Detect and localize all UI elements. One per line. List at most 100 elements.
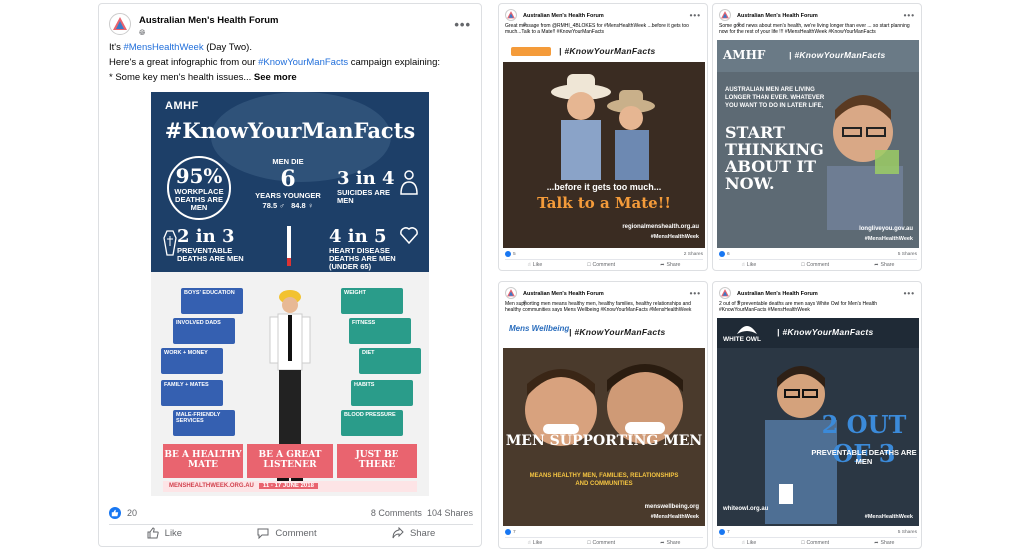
image-site: regionalmenshealth.org.au (622, 224, 699, 230)
share-button[interactable]: ➦ Share (874, 262, 894, 268)
comment-button[interactable]: □ Comment (801, 540, 829, 546)
action-bar: ☝︎ Like □ Comment ➦ Share (505, 540, 703, 546)
reaction-count[interactable]: 7 (727, 530, 730, 535)
page-name[interactable]: Australian Men's Health Forum (523, 291, 604, 297)
share-count[interactable]: 104 Shares (427, 508, 473, 518)
image-tag: #MensHealthWeek (650, 234, 699, 240)
image-site: whiteowl.org.au (723, 506, 769, 512)
more-options-icon[interactable]: ••• (690, 11, 701, 20)
reaction-count[interactable]: 6 (727, 252, 730, 257)
more-options-icon[interactable]: ••• (904, 11, 915, 20)
more-options-icon[interactable]: ••• (454, 17, 471, 32)
male-age: 78.5 (262, 201, 278, 210)
comment-button[interactable]: □ Comment (801, 262, 829, 268)
image-brand: Mens Wellbeing (509, 324, 570, 333)
see-more-link[interactable]: See more (254, 72, 297, 83)
comment-count[interactable]: 8 Comments (371, 508, 422, 518)
caption-line1: PREVENTABLE DEATHS ARE MEN (811, 448, 917, 466)
stat-workplace-text: WORKPLACE DEATHS ARE MEN (174, 187, 224, 212)
share-icon: ➦ (874, 262, 879, 268)
post-header: Australian Men's Health Forum 🌐︎ ••• (499, 4, 707, 27)
amhf-logo-icon (721, 11, 729, 19)
image-brand: AMHF (723, 48, 766, 62)
more-options-icon[interactable]: ••• (904, 289, 915, 298)
stat-men-die: MEN DIE 6 YEARS YOUNGER 78.5 ♂ 84.8 ♀ (253, 158, 323, 210)
thumbs-up-icon: ☝︎ (527, 540, 531, 546)
divider (505, 537, 703, 538)
hashtag-link[interactable]: #KnowYourManFacts (258, 57, 348, 68)
like-label: Like (532, 262, 543, 268)
like-button[interactable]: ☝︎ Like (742, 540, 757, 546)
rmhi-logo-icon (511, 47, 551, 56)
factor-box-right: WEIGHT (341, 288, 403, 314)
page-avatar[interactable] (505, 287, 517, 299)
like-button[interactable]: ☝︎ Like (528, 262, 543, 268)
reaction-count[interactable]: 5 (513, 252, 516, 257)
page-avatar[interactable] (719, 287, 731, 299)
image-tag: #MensHealthWeek (864, 236, 913, 242)
like-button[interactable]: Like (147, 527, 182, 539)
image-site: menswellbeing.org (644, 504, 699, 510)
hashtag-link[interactable]: #MensHealthWeek (123, 42, 203, 53)
comment-label: Comment (275, 527, 317, 539)
caption-line2: START THINKING ABOUT IT NOW. (725, 123, 824, 193)
comment-label: Comment (806, 262, 830, 268)
like-label: Like (164, 527, 183, 539)
image-hashtag: | #KnowYourManFacts (777, 327, 874, 337)
globe-icon: 🌐︎ (139, 28, 146, 37)
share-count[interactable]: 2 Shares (684, 252, 703, 257)
infographic-image[interactable]: AMHF #KnowYourManFacts 95% WORKPLACE DEA… (151, 92, 429, 496)
post-card-talk-to-a-mate: Australian Men's Health Forum 🌐︎ ••• Grea… (498, 3, 708, 271)
share-icon: ➦ (660, 262, 665, 268)
caption-line1: MEN SUPPORTING MEN (505, 433, 703, 449)
infographic-url: MENSHEALTHWEEK.ORG.AU (169, 483, 254, 489)
like-button[interactable]: ☝︎ Like (528, 540, 543, 546)
post-image[interactable]: WHITE OWL | #KnowYourManFacts 2 OUT OF 3… (717, 318, 919, 526)
post-text-line2-suffix: campaign explaining: (348, 57, 440, 68)
image-hashtag: | #KnowYourManFacts (559, 46, 656, 56)
comment-button[interactable]: Comment (257, 527, 317, 539)
share-count[interactable]: 5 Shares (898, 252, 917, 257)
page-name[interactable]: Australian Men's Health Forum (737, 13, 818, 19)
page-name[interactable]: Australian Men's Health Forum (523, 13, 604, 19)
like-label: Like (746, 262, 757, 268)
page-avatar[interactable] (109, 13, 131, 35)
comment-icon: □ (801, 540, 805, 546)
reaction-count[interactable]: 7 (513, 530, 516, 535)
like-reaction-icon (719, 529, 725, 535)
share-button[interactable]: ➦ Share (660, 540, 680, 546)
comment-icon: □ (587, 540, 591, 546)
person-chair-icon (400, 170, 418, 195)
post-image[interactable]: AMHF | #KnowYourManFacts AUSTRALIAN MEN … (717, 40, 919, 248)
comment-icon (257, 528, 269, 539)
post-image[interactable]: Mens Wellbeing | #KnowYourManFacts MEN S… (503, 318, 705, 526)
share-count[interactable]: 5 Shares (898, 530, 917, 535)
thumbs-up-icon (147, 527, 159, 539)
page-avatar[interactable] (505, 9, 517, 21)
comment-button[interactable]: □ Comment (587, 262, 615, 268)
divider (505, 259, 703, 260)
factor-box-left: WORK + MONEY (161, 348, 223, 374)
share-button[interactable]: ➦ Share (874, 540, 894, 546)
heart-icon (400, 227, 418, 244)
engagement-counts: 7 (505, 529, 703, 535)
page-avatar[interactable] (719, 9, 731, 21)
more-options-icon[interactable]: ••• (690, 289, 701, 298)
comment-button[interactable]: □ Comment (587, 540, 615, 546)
stat-preventable: 2 in 3 PREVENTABLE DEATHS ARE MEN (177, 226, 257, 263)
post-text: 2 out of 3 preventable deaths are men sa… (719, 301, 877, 314)
stat-preventable-value: 2 in 3 (177, 226, 235, 247)
image-brand: WHITE OWL (723, 336, 761, 343)
post-header: Australian Men's Health Forum 🌐︎ ••• (99, 4, 481, 37)
reaction-count[interactable]: 20 (127, 508, 137, 518)
page-name[interactable]: Australian Men's Health Forum (737, 291, 818, 297)
stat-heart: 4 in 5 HEART DISEASE DEATHS ARE MEN (UND… (329, 226, 401, 271)
amhf-logo-icon (507, 11, 515, 19)
like-reaction-icon (505, 529, 511, 535)
like-button[interactable]: ☝︎ Like (742, 262, 757, 268)
share-button[interactable]: ➦ Share (660, 262, 680, 268)
post-text: Men supporting men means healthy men, he… (505, 301, 692, 314)
post-image[interactable]: | #KnowYourManFacts ...before it gets to… (503, 40, 705, 248)
share-button[interactable]: Share (392, 527, 435, 539)
page-name[interactable]: Australian Men's Health Forum (139, 15, 279, 26)
